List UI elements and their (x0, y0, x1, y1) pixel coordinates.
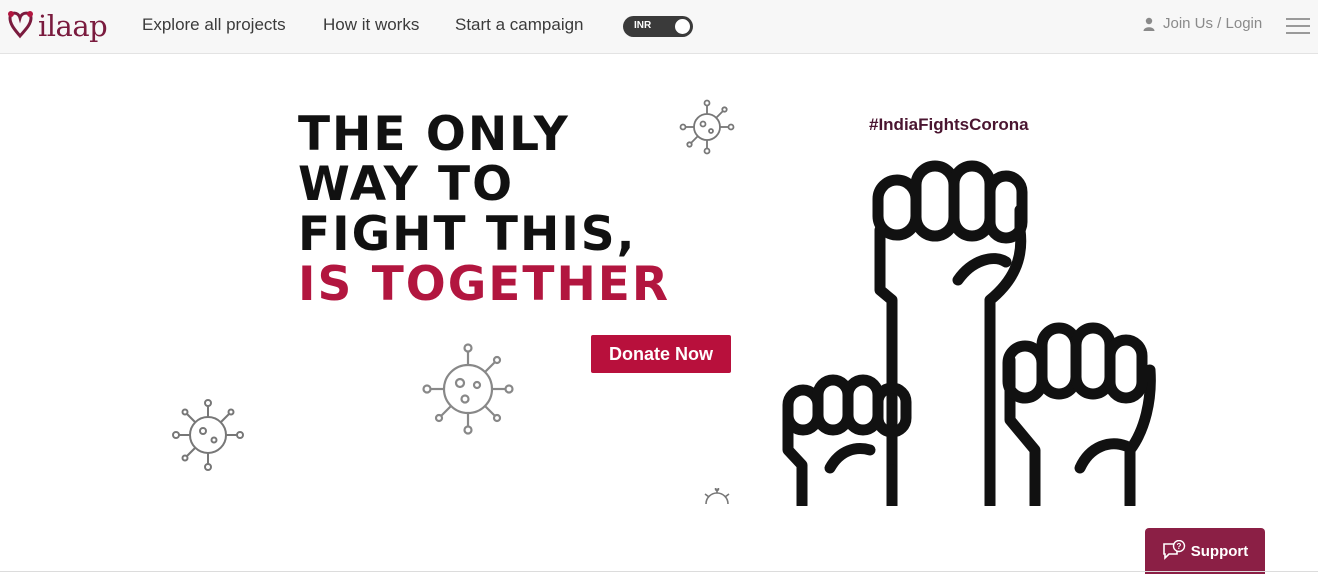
virus-icon (422, 343, 514, 435)
logo-heart-icon (8, 11, 33, 39)
hashtag-label: #IndiaFightsCorona (869, 115, 1029, 134)
support-label: Support (1190, 542, 1249, 560)
milaap-logo[interactable]: ilaap (6, 6, 108, 46)
logo-text: ilaap (38, 9, 108, 43)
virus-icon (679, 99, 735, 155)
toggle-knob (675, 19, 690, 34)
headline-accent: IS TOGETHER (298, 257, 671, 312)
headline-line: THE ONLY (298, 107, 570, 162)
chat-help-icon: ? (1162, 540, 1185, 560)
virus-icon (172, 399, 244, 471)
raised-fists-illustration (782, 160, 1156, 506)
virus-icon (704, 488, 730, 504)
support-button[interactable]: ? Support (1145, 528, 1265, 574)
nav-explore-projects[interactable]: Explore all projects (142, 15, 286, 35)
nav-start-campaign[interactable]: Start a campaign (455, 15, 584, 35)
user-icon (1143, 17, 1155, 31)
join-login-link[interactable]: Join Us / Login (1143, 15, 1262, 32)
headline-line: FIGHT THIS, (298, 207, 637, 262)
currency-toggle[interactable]: INR (623, 16, 693, 37)
currency-toggle-label: INR (634, 20, 652, 31)
donate-now-button[interactable]: Donate Now (591, 335, 731, 373)
banner-headline: THE ONLY WAY TO FIGHT THIS, IS TOGETHER (298, 110, 670, 310)
top-navbar: ilaap Explore all projects How it works … (0, 0, 1318, 54)
page-divider (0, 571, 1318, 572)
hamburger-menu-icon[interactable] (1286, 18, 1310, 36)
headline-line: WAY TO (298, 157, 515, 212)
nav-how-it-works[interactable]: How it works (323, 15, 419, 35)
login-label: Join Us / Login (1163, 15, 1263, 32)
svg-text:?: ? (1176, 542, 1181, 551)
